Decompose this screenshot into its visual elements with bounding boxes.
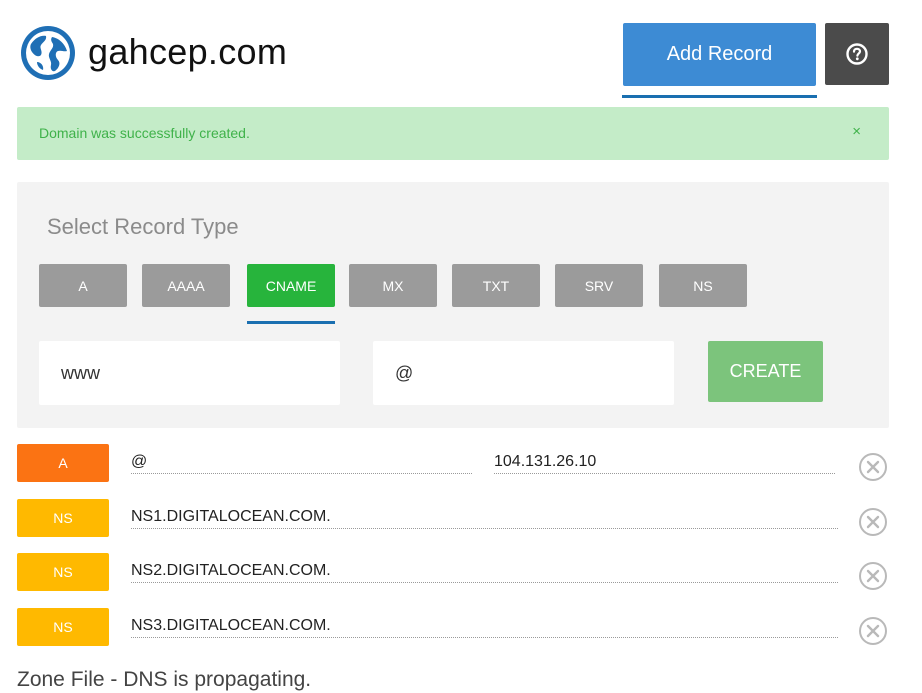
active-type-underline	[247, 321, 335, 324]
success-alert: Domain was successfully created. ×	[17, 107, 889, 160]
add-record-button[interactable]: Add Record	[623, 23, 816, 86]
record-value-field[interactable]: 104.131.26.10	[494, 452, 835, 474]
type-button-txt[interactable]: TXT	[452, 264, 540, 307]
add-record-underline	[622, 95, 817, 98]
help-button[interactable]	[825, 23, 889, 85]
type-button-cname[interactable]: CNAME	[247, 264, 335, 307]
record-type-badge: NS	[17, 553, 109, 591]
record-row: NS NS1.DIGITALOCEAN.COM.	[0, 499, 922, 539]
create-button[interactable]: CREATE	[708, 341, 823, 402]
hostname-input[interactable]: @	[373, 341, 674, 405]
record-row: NS NS3.DIGITALOCEAN.COM.	[0, 608, 922, 648]
type-button-a[interactable]: A	[39, 264, 127, 307]
delete-record-icon[interactable]	[858, 507, 888, 537]
alert-close-button[interactable]: ×	[852, 123, 861, 140]
record-row: NS NS2.DIGITALOCEAN.COM.	[0, 553, 922, 593]
panel-title: Select Record Type	[47, 214, 239, 239]
type-button-ns[interactable]: NS	[659, 264, 747, 307]
header: gahcep.com Add Record	[0, 0, 922, 100]
type-button-aaaa[interactable]: AAAA	[142, 264, 230, 307]
record-value-field[interactable]: NS3.DIGITALOCEAN.COM.	[131, 616, 838, 638]
record-row: A @ 104.131.26.10	[0, 444, 922, 484]
alert-message: Domain was successfully created.	[39, 125, 250, 141]
domain-title: gahcep.com	[88, 31, 288, 72]
record-value-field[interactable]: NS1.DIGITALOCEAN.COM.	[131, 507, 838, 529]
record-type-badge: NS	[17, 499, 109, 537]
delete-record-icon[interactable]	[858, 561, 888, 591]
record-name-field[interactable]: @	[131, 452, 472, 474]
record-type-badge: A	[17, 444, 109, 482]
type-button-srv[interactable]: SRV	[555, 264, 643, 307]
zone-file-status: Zone File - DNS is propagating.	[17, 668, 312, 691]
globe-icon	[21, 26, 75, 80]
record-type-panel: Select Record Type A AAAA CNAME MX TXT S…	[17, 182, 889, 428]
record-type-badge: NS	[17, 608, 109, 646]
delete-record-icon[interactable]	[858, 452, 888, 482]
question-circle-icon	[846, 43, 868, 65]
record-name-input[interactable]: www	[39, 341, 340, 405]
delete-record-icon[interactable]	[858, 616, 888, 646]
type-button-mx[interactable]: MX	[349, 264, 437, 307]
record-value-field[interactable]: NS2.DIGITALOCEAN.COM.	[131, 561, 838, 583]
